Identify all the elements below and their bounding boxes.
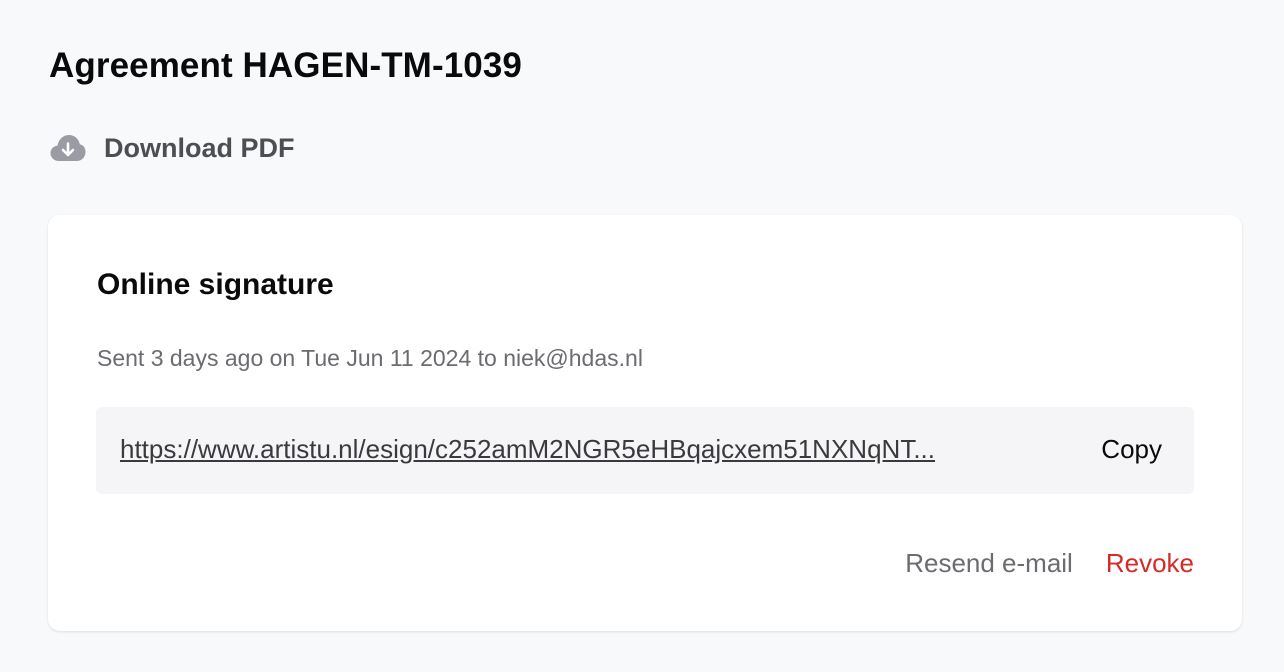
revoke-button[interactable]: Revoke bbox=[1106, 548, 1194, 579]
cloud-download-icon bbox=[49, 132, 87, 164]
online-signature-card: Online signature Sent 3 days ago on Tue … bbox=[48, 215, 1242, 631]
agreement-page: Agreement HAGEN-TM-1039 Download PDF Onl… bbox=[0, 0, 1284, 672]
copy-button[interactable]: Copy bbox=[1101, 434, 1162, 465]
download-pdf-button[interactable]: Download PDF bbox=[49, 128, 295, 168]
card-title: Online signature bbox=[97, 268, 334, 301]
signature-link[interactable]: https://www.artistu.nl/esign/c252amM2NGR… bbox=[120, 434, 1035, 465]
resend-email-button[interactable]: Resend e-mail bbox=[905, 548, 1073, 579]
sent-info-text: Sent 3 days ago on Tue Jun 11 2024 to ni… bbox=[97, 345, 643, 371]
download-pdf-label: Download PDF bbox=[104, 132, 295, 163]
card-actions: Resend e-mail Revoke bbox=[905, 548, 1194, 579]
signature-link-box: https://www.artistu.nl/esign/c252amM2NGR… bbox=[96, 407, 1194, 494]
page-title: Agreement HAGEN-TM-1039 bbox=[49, 46, 522, 85]
